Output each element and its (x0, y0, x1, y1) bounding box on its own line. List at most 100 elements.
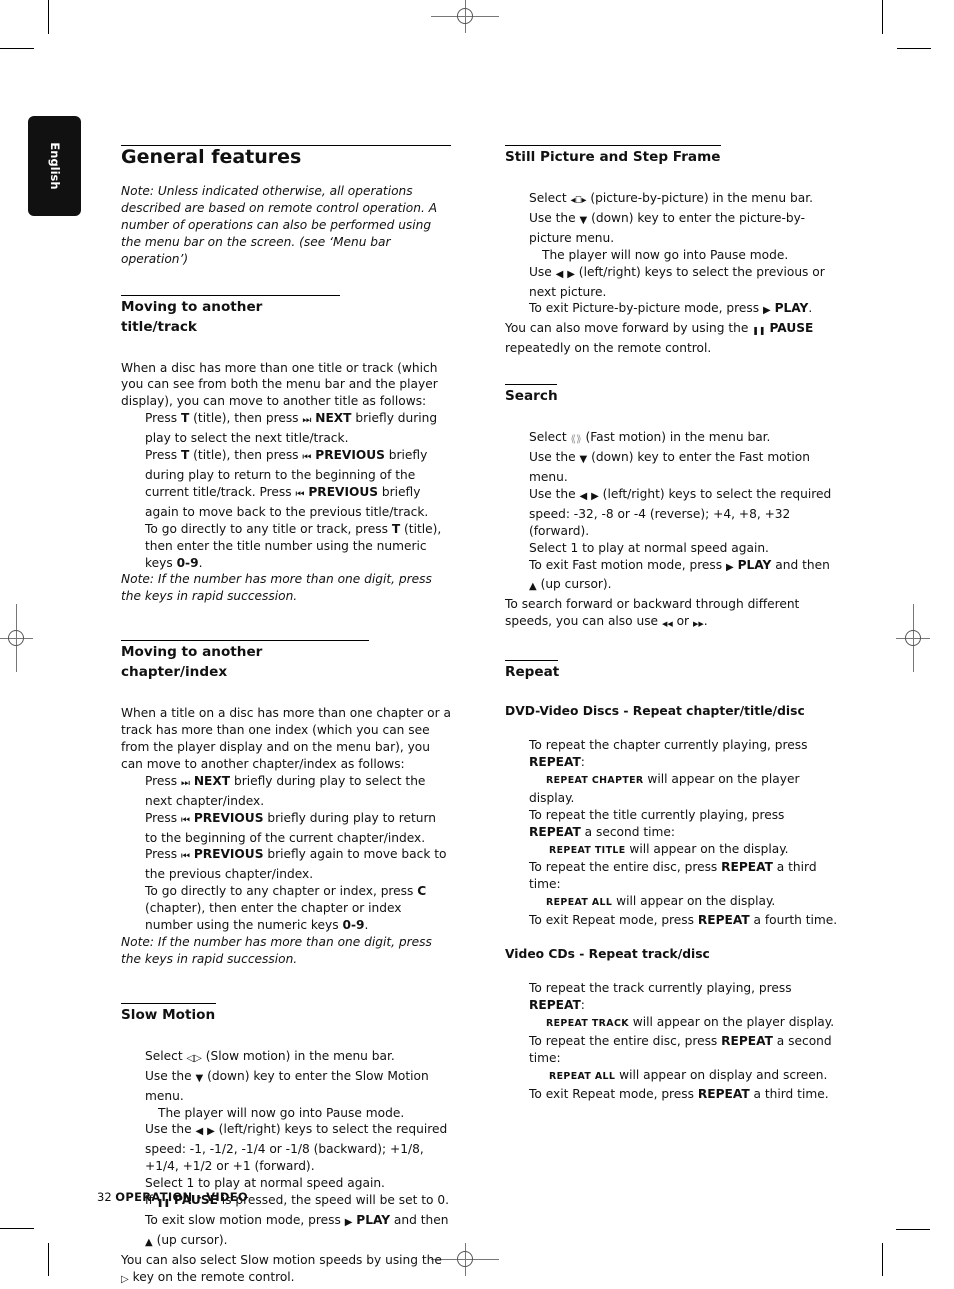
step: To exit Repeat mode, press REPEAT a thir… (529, 1086, 829, 1101)
section-heading: Still Picture and Step Frame (505, 145, 721, 167)
crop-mark (48, 1243, 49, 1276)
page-footer: 32 OPERATION - VIDEO (97, 1190, 248, 1204)
crop-mark (0, 1228, 34, 1229)
left-arrow-icon: ◀ (579, 490, 588, 502)
paragraph: You can also select Slow motion speeds b… (121, 1252, 451, 1289)
crop-mark (48, 0, 49, 34)
step: Press ⏮ PREVIOUS briefly again to move b… (145, 847, 447, 882)
step: REPEAT TITLE will appear on the display. (549, 841, 789, 856)
step: Use the ▼ (down) key to enter the pictur… (529, 210, 806, 245)
section-heading: Repeat (505, 660, 559, 682)
step: To exit Picture-by-picture mode, press ▶… (505, 300, 840, 320)
right-arrow-icon: ▶ (207, 1126, 215, 1138)
section-heading: Search (505, 384, 558, 406)
display-text: REPEAT ALL (549, 1070, 616, 1082)
section-heading: Moving to another chapter/index (121, 640, 369, 682)
step: The player will now go into Pause mode. (158, 1105, 405, 1120)
step: Use the ▼ (down) key to enter the Slow M… (145, 1068, 429, 1103)
display-text: REPEAT TITLE (549, 844, 626, 856)
step: Press ⏭ NEXT briefly during play to sele… (145, 773, 426, 808)
step: To repeat the entire disc, press REPEAT … (529, 860, 817, 892)
step: REPEAT ALL will appear on display and sc… (549, 1067, 828, 1082)
step: To go directly to any title or track, pr… (145, 521, 442, 570)
fast-forward-icon: ▶▶ (692, 620, 704, 629)
page-title: General features (121, 145, 451, 168)
left-arrow-icon: ◀ (555, 268, 564, 280)
crop-mark (897, 48, 931, 49)
step: Use ◀ ▶ (left/right) keys to select the … (529, 264, 825, 299)
step: ▲ (up cursor). (121, 1232, 451, 1252)
note: Note: If the number has more than one di… (121, 572, 432, 604)
step: To repeat the chapter currently playing,… (529, 738, 808, 770)
up-arrow-icon: ▲ (145, 1236, 153, 1248)
previous-icon: ⏮ (302, 452, 312, 464)
step: To repeat the entire disc, press REPEAT … (529, 1033, 832, 1065)
subsection-heading-dvd: DVD-Video Discs - Repeat chapter/title/d… (505, 704, 805, 719)
next-icon: ⏭ (180, 777, 190, 789)
fast-motion-icon: ⟪⟫ (570, 434, 582, 446)
step: Select 1 to play at normal speed again. (529, 540, 769, 555)
section-title-track: Moving to another title/track When a dis… (121, 294, 451, 606)
crop-mark (896, 1229, 930, 1230)
right-arrow-icon: ▶ (591, 490, 599, 502)
step: Select ⟪⟫ (Fast motion) in the menu bar. (505, 429, 840, 449)
slow-motion-icon: ◁▷ (186, 1052, 202, 1064)
paragraph: When a disc has more than one title or t… (121, 360, 438, 409)
right-arrow-icon: ▶ (567, 268, 575, 280)
previous-icon: ⏮ (180, 851, 190, 863)
step: Press T (title), then press ⏭ NEXT brief… (145, 411, 438, 446)
crop-mark (0, 48, 34, 49)
picture-by-picture-icon: ◂⎕▸ (570, 195, 587, 206)
language-tab: English (28, 116, 81, 216)
crop-mark (882, 0, 883, 34)
right-column: Still Picture and Step Frame Select ◂⎕▸ … (505, 145, 840, 1102)
section-slow-motion: Slow Motion Select ◁▷ (Slow motion) in t… (121, 1002, 451, 1289)
play-icon: ▶ (344, 1216, 353, 1228)
footer-section: OPERATION - VIDEO (115, 1190, 248, 1204)
section-repeat: Repeat DVD-Video Discs - Repeat chapter/… (505, 660, 840, 1102)
slow-key-icon: ▷ (121, 1273, 129, 1285)
up-arrow-icon: ▲ (529, 581, 537, 593)
display-text: REPEAT ALL (546, 897, 613, 909)
left-arrow-icon: ◀ (195, 1126, 204, 1138)
previous-icon: ⏮ (180, 814, 190, 826)
step: Select ◂⎕▸ (picture-by-picture) in the m… (505, 190, 840, 210)
step: To repeat the title currently playing, p… (529, 807, 785, 839)
step: Use the ◀ ▶ (left/right) keys to select … (145, 1122, 448, 1174)
display-text: REPEAT CHAPTER (546, 774, 644, 786)
next-icon: ⏭ (302, 415, 312, 427)
subsection-heading-vcd: Video CDs - Repeat track/disc (505, 947, 710, 962)
step: REPEAT CHAPTER will appear on the player… (529, 771, 800, 805)
step: Press T (title), then press ⏮ PREVIOUS b… (145, 448, 429, 519)
paragraph: When a title on a disc has more than one… (121, 706, 451, 771)
previous-icon: ⏮ (295, 488, 305, 500)
step: REPEAT ALL will appear on the display. (546, 894, 776, 909)
language-label: English (47, 142, 62, 190)
step: To go directly to any chapter or index, … (145, 884, 427, 933)
rewind-icon: ◀◀ (661, 620, 673, 629)
step: Use the ◀ ▶ (left/right) keys to select … (529, 486, 832, 538)
step: To repeat the track currently playing, p… (529, 981, 792, 1012)
step: ▲ (up cursor). (505, 576, 840, 596)
section-search: Search Select ⟪⟫ (Fast motion) in the me… (505, 384, 840, 633)
step: Press ⏮ PREVIOUS briefly during play to … (145, 810, 436, 845)
section-chapter-index: Moving to another chapter/index When a t… (121, 640, 451, 968)
section-heading: Slow Motion (121, 1002, 216, 1025)
paragraph: To search forward or backward through di… (505, 596, 840, 633)
pause-icon: ❚❚ (752, 326, 766, 336)
play-icon: ▶ (726, 561, 734, 573)
crop-mark (882, 1243, 883, 1276)
play-icon: ▶ (762, 305, 771, 317)
step: To exit Fast motion mode, press ▶ PLAY a… (505, 557, 840, 577)
step: To exit Repeat mode, press REPEAT a four… (529, 913, 838, 928)
intro-note: Note: Unless indicated otherwise, all op… (121, 184, 438, 266)
section-heading: Moving to another title/track (121, 294, 340, 337)
note: Note: If the number has more than one di… (121, 935, 432, 966)
display-text: REPEAT TRACK (546, 1017, 629, 1029)
step: The player will now go into Pause mode. (542, 247, 789, 262)
paragraph: You can also move forward by using the ❚… (505, 321, 814, 356)
step: Select ◁▷ (Slow motion) in the menu bar. (121, 1048, 451, 1068)
step: Use the ▼ (down) key to enter the Fast m… (529, 450, 810, 484)
page-number: 32 (97, 1190, 112, 1204)
step: REPEAT TRACK will appear on the player d… (546, 1014, 835, 1029)
